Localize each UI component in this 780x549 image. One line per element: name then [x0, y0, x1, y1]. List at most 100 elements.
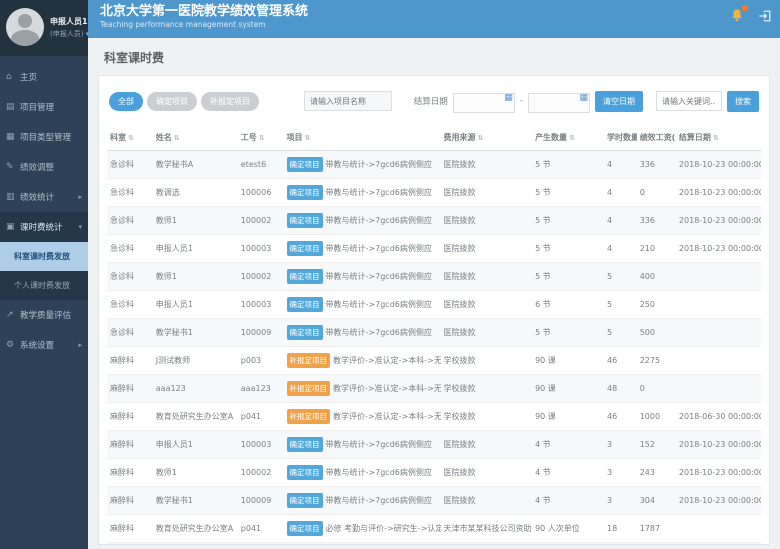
user-name: 申报人员1: [50, 16, 89, 27]
cell-qty: 90 课: [532, 402, 604, 430]
sidebar-item-label: 项目类型管理: [20, 131, 82, 143]
cell-project: 确定项目带教与统计->7gcd6病例侧应: [284, 430, 441, 458]
project-status-badge: 确定项目: [287, 437, 323, 452]
table-row: 急诊科教调选100006确定项目带教与统计->7gcd6病例侧应医院拨款5 节4…: [107, 178, 761, 206]
chevron-icon: ▸: [78, 193, 82, 201]
sort-icon[interactable]: ⇅: [569, 134, 575, 142]
column-header[interactable]: 费用来源⇅: [441, 125, 533, 151]
column-header[interactable]: 项目⇅: [284, 125, 441, 151]
filter-pill-2[interactable]: 补报定项目: [201, 92, 259, 111]
column-header-label: 工号: [241, 133, 257, 142]
cell-qty: 5 节: [532, 206, 604, 234]
app-title: 北京大学第一医院教学绩效管理系统: [100, 4, 308, 20]
app-subtitle: Teaching performance management system: [100, 20, 308, 29]
project-path: 教学评价->准认定->本科->无接收人: [333, 356, 440, 365]
cell-hours: 4: [604, 234, 637, 262]
filter-pill-0[interactable]: 全部: [109, 92, 143, 111]
project-status-badge: 确定项目: [287, 269, 323, 284]
table-row: 麻醉科教学秘书1100009确定项目带教与统计->7gcd6病例侧应医院拨款4 …: [107, 486, 761, 514]
cell-qty: 4 节: [532, 486, 604, 514]
cell-dept: 麻醉科: [107, 430, 153, 458]
search-button[interactable]: 搜索: [727, 91, 759, 112]
column-header-label: 产生数量: [535, 133, 567, 142]
sidebar-item-2[interactable]: ▦项目类型管理: [0, 122, 88, 152]
toolbar: 全部确定项目补报定项目 结算日期 ▦ - ▦ 清空日期 搜索: [107, 86, 761, 125]
user-role[interactable]: (申报人员) ▾: [50, 29, 89, 39]
table-row: 急诊科教学秘书Aetest6确定项目带教与统计->7gcd6病例侧应医院拨款5 …: [107, 150, 761, 178]
column-header[interactable]: 学时数量⇅: [604, 125, 637, 151]
cell-uid: 100002: [238, 262, 284, 290]
column-header[interactable]: 姓名⇅: [153, 125, 238, 151]
cell-project: 补报定项目教学评价->准认定->本科->无接收人: [284, 374, 441, 402]
cell-date: 2018-10-23 00:00:00: [676, 150, 761, 178]
project-path: 带教与统计->7gcd6病例侧应: [326, 440, 432, 449]
project-name-input[interactable]: [304, 91, 392, 111]
settle-date-label: 结算日期: [414, 95, 448, 107]
table-row: 急诊科教学秘书1100009确定项目带教与统计->7gcd6病例侧应医院拨款5 …: [107, 318, 761, 346]
cell-source: 天津市某某科技公司资助项目: [441, 542, 533, 545]
keyword-search-input[interactable]: [656, 91, 722, 111]
sort-icon[interactable]: ⇅: [128, 134, 134, 142]
project-status-badge: 确定项目: [287, 241, 323, 256]
notification-bell-icon[interactable]: [730, 8, 744, 27]
project-path: 带教与统计->7gcd6病例侧应: [326, 496, 432, 505]
cell-qty: 90 人次单位: [532, 514, 604, 542]
cell-pay: 1787: [637, 542, 676, 545]
sidebar-subitem[interactable]: 个人课时费发放: [0, 271, 88, 300]
sort-icon[interactable]: ⇅: [713, 134, 719, 142]
date-range-dash: -: [520, 96, 523, 106]
sidebar-item-7[interactable]: ⚙系统设置▸: [0, 330, 88, 360]
filter-pill-1[interactable]: 确定项目: [147, 92, 197, 111]
cell-source: 医院拨款: [441, 150, 533, 178]
project-path: 教学评价->准认定->本科->无接收人: [333, 412, 440, 421]
cell-qty: 90 人次单位: [532, 542, 604, 545]
project-status-badge: 确定项目: [287, 325, 323, 340]
sidebar-item-5[interactable]: ▣课时费统计▾: [0, 212, 88, 242]
settings-icon: ⚙: [6, 340, 16, 350]
column-header[interactable]: 工号⇅: [238, 125, 284, 151]
cell-project: 确定项目带教与统计->7gcd6病例侧应: [284, 486, 441, 514]
user-panel[interactable]: 申报人员1 (申报人员) ▾: [0, 0, 88, 56]
sidebar-item-label: 教学质量评估: [20, 309, 82, 321]
sort-icon[interactable]: ⇅: [305, 134, 311, 142]
cell-qty: 4 节: [532, 430, 604, 458]
sidebar-item-3[interactable]: ✎绩效调整: [0, 152, 88, 182]
column-header-label: 姓名: [156, 133, 172, 142]
column-header[interactable]: 产生数量⇅: [532, 125, 604, 151]
column-header[interactable]: 绩效工资(元)⇅: [637, 125, 676, 151]
cell-date: 2018-10-23 00:00:00: [676, 486, 761, 514]
project-path: 带教与统计->7gcd6病例侧应: [326, 160, 432, 169]
avatar: [6, 8, 44, 46]
column-header[interactable]: 科室⇅: [107, 125, 153, 151]
table-row: 麻醉科教育处研究生办公室Ap041确定项目必修 考勤与评价->研究生->认定->…: [107, 514, 761, 542]
sidebar-subitem[interactable]: 科室课时费发放: [0, 242, 88, 271]
cell-uid: 100002: [238, 458, 284, 486]
sidebar-item-1[interactable]: ▤项目管理: [0, 92, 88, 122]
sort-icon[interactable]: ⇅: [478, 134, 484, 142]
teaching-quality-icon: ↗: [6, 310, 16, 320]
cell-name: 教学秘书1: [153, 318, 238, 346]
cell-date: 2018-10-23 00:00:00: [676, 178, 761, 206]
cell-hours: 4: [604, 178, 637, 206]
column-header[interactable]: 结算日期⇅: [676, 125, 761, 151]
cell-name: 教调选: [153, 178, 238, 206]
sort-icon[interactable]: ⇅: [174, 134, 180, 142]
sidebar-item-6[interactable]: ↗ 教学质量评估: [0, 300, 88, 330]
calendar-icon[interactable]: ▦: [579, 94, 588, 103]
project-path: 带教与统计->7gcd6病例侧应: [326, 328, 432, 337]
cell-project: 确定项目带教与统计->7gcd6病例侧应: [284, 150, 441, 178]
column-header-label: 结算日期: [679, 133, 711, 142]
clear-date-button[interactable]: 清空日期: [595, 91, 643, 112]
cell-uid: 100002: [238, 206, 284, 234]
cell-date: [676, 290, 761, 318]
cell-name: aaa123: [153, 374, 238, 402]
logout-icon[interactable]: [758, 8, 772, 27]
sort-icon[interactable]: ⇅: [259, 134, 265, 142]
cell-pay: 336: [637, 150, 676, 178]
cell-pay: 0: [637, 374, 676, 402]
calendar-icon[interactable]: ▦: [504, 94, 513, 103]
cell-source: 医院拨款: [441, 262, 533, 290]
sidebar-item-4[interactable]: ▥绩效统计▸: [0, 182, 88, 212]
brand: 北京大学第一医院教学绩效管理系统 Teaching performance ma…: [100, 4, 308, 29]
sidebar-item-0[interactable]: ⌂主页: [0, 62, 88, 92]
